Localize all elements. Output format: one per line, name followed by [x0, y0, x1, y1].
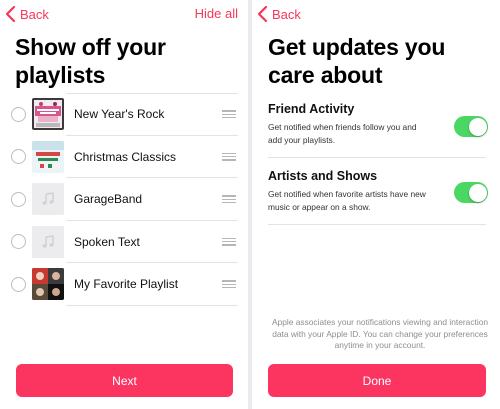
christmas-classics-artwork — [32, 140, 64, 173]
playlist-row[interactable]: GarageBand — [0, 178, 248, 221]
nav-bar: Back — [252, 0, 500, 28]
playlist-row[interactable]: New Year's Rock — [0, 93, 248, 136]
back-button[interactable]: Back — [4, 4, 49, 24]
setting-title: Artists and Shows — [268, 169, 378, 183]
music-note-placeholder — [32, 225, 64, 258]
playlist-list: New Year's Rock Christmas Classics Garag… — [0, 93, 248, 306]
notifications-screen: Back Get updates you care about Friend A… — [252, 0, 500, 409]
nav-bar: Back Hide all — [0, 0, 248, 28]
select-radio[interactable] — [11, 191, 26, 207]
chevron-left-icon — [257, 5, 268, 23]
select-radio[interactable] — [11, 276, 26, 292]
friend-activity-setting: Friend Activity Get notified when friend… — [268, 102, 492, 146]
divider — [268, 224, 486, 225]
reorder-handle-icon[interactable] — [222, 195, 236, 204]
select-radio[interactable] — [11, 234, 26, 250]
playlist-row[interactable]: Christmas Classics — [0, 136, 248, 178]
reorder-handle-icon[interactable] — [222, 152, 236, 161]
playlist-row[interactable]: My Favorite Playlist — [0, 263, 248, 306]
reorder-handle-icon[interactable] — [222, 237, 236, 246]
artists-shows-setting: Artists and Shows Get notified when favo… — [268, 169, 492, 213]
toggle-knob — [468, 117, 487, 136]
playlist-row[interactable]: Spoken Text — [0, 221, 248, 263]
page-title: Show off your playlists — [15, 34, 166, 88]
divider — [268, 157, 486, 158]
privacy-note: Apple associates your notifications view… — [272, 317, 489, 350]
next-button[interactable]: Next — [16, 364, 233, 397]
setting-description: Get notified when friends follow you and… — [268, 122, 417, 145]
music-note-icon — [42, 192, 54, 205]
playlists-screen: Back Hide all Show off your playlists Ne… — [0, 0, 248, 409]
playlist-name: Christmas Classics — [74, 149, 177, 164]
playlist-name: New Year's Rock — [74, 107, 165, 122]
setting-title: Friend Activity — [268, 102, 355, 116]
page-title: Get updates you care about — [268, 34, 446, 88]
divider — [66, 304, 238, 306]
setting-description: Get notified when favorite artists have … — [268, 189, 426, 212]
favorite-playlist-artwork — [32, 268, 64, 301]
toggle-knob — [468, 183, 487, 202]
friend-activity-toggle[interactable] — [454, 116, 488, 137]
new-years-rock-artwork — [32, 98, 64, 131]
music-note-icon — [42, 234, 54, 248]
select-radio[interactable] — [11, 106, 26, 122]
playlist-name: Spoken Text — [74, 234, 140, 249]
done-button[interactable]: Done — [268, 364, 486, 397]
reorder-handle-icon[interactable] — [222, 280, 236, 289]
music-note-placeholder — [32, 183, 64, 216]
playlist-name: GarageBand — [74, 192, 143, 207]
back-label: Back — [20, 6, 49, 22]
playlist-name: My Favorite Playlist — [74, 277, 179, 292]
chevron-left-icon — [5, 5, 16, 23]
select-radio[interactable] — [11, 149, 26, 165]
artists-shows-toggle[interactable] — [454, 182, 488, 203]
reorder-handle-icon[interactable] — [222, 110, 236, 119]
back-button[interactable]: Back — [256, 4, 301, 24]
back-label: Back — [272, 6, 301, 22]
hide-all-button[interactable]: Hide all — [195, 6, 238, 21]
